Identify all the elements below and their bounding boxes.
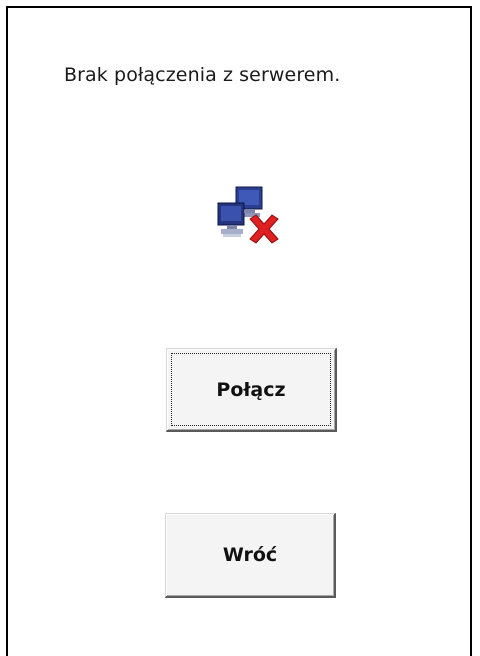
- back-button[interactable]: Wróć: [165, 513, 336, 598]
- connect-button[interactable]: Połącz: [166, 348, 337, 432]
- dialog-frame: Brak połączenia z serwerem. Połącz Wróć: [6, 6, 472, 656]
- connection-error-message: Brak połączenia z serwerem.: [64, 64, 341, 86]
- back-button-label: Wróć: [222, 544, 278, 566]
- network-disconnected-icon: [216, 185, 288, 249]
- connect-button-label: Połącz: [216, 378, 286, 401]
